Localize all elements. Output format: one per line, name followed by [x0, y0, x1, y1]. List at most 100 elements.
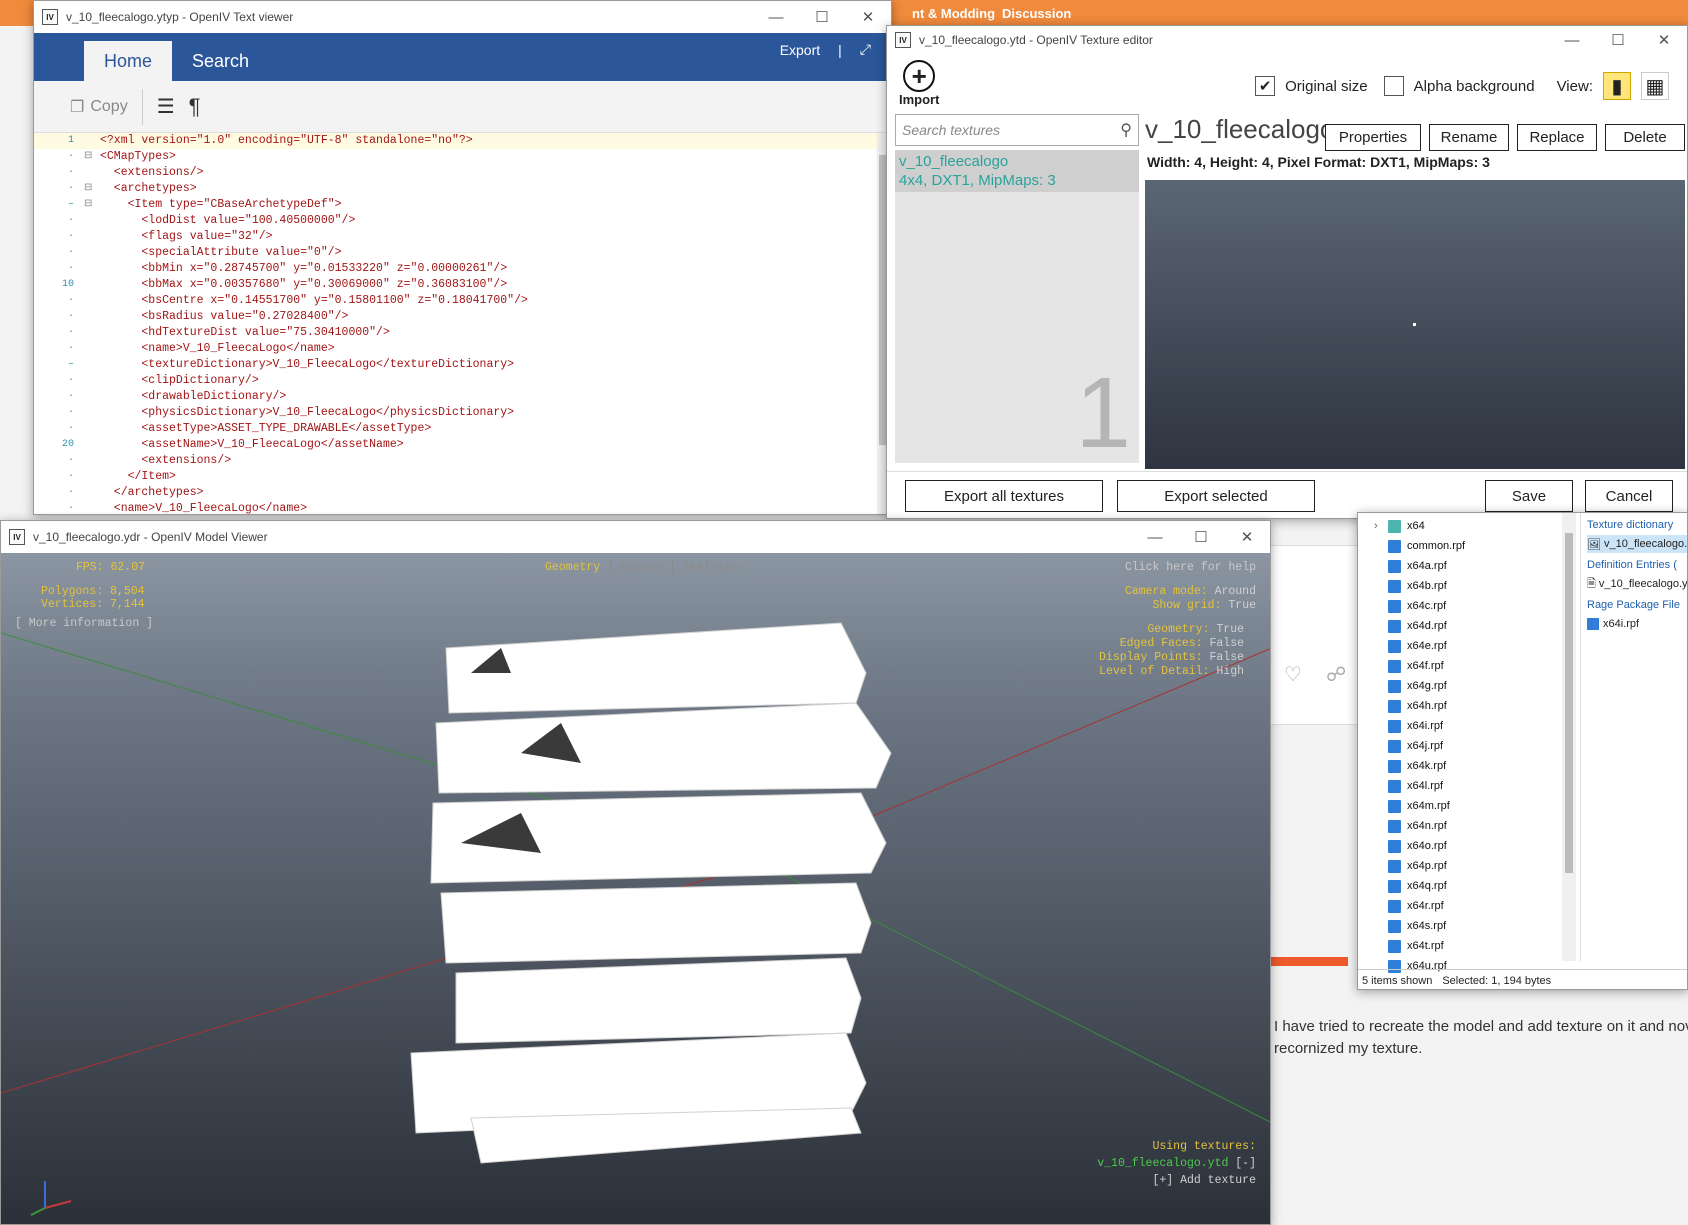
- code-editor[interactable]: 1 <?xml version="1.0" encoding="UTF-8" st…: [34, 133, 891, 514]
- file-item-rpf[interactable]: x64i.rpf: [1587, 615, 1687, 633]
- link-icon[interactable]: ☍: [1326, 662, 1346, 687]
- list-view-icon[interactable]: ▮: [1603, 72, 1631, 100]
- scrollbar-thumb[interactable]: [1565, 533, 1573, 873]
- help-link[interactable]: Click here for help: [1125, 561, 1256, 575]
- close-icon[interactable]: ✕: [1641, 26, 1687, 56]
- fold-toggle-icon[interactable]: [84, 389, 100, 405]
- remove-texture-button[interactable]: [-]: [1235, 1157, 1256, 1170]
- setting-row[interactable]: Display Points: False: [1099, 651, 1244, 665]
- nav-link-modding[interactable]: nt & Modding: [912, 6, 995, 21]
- minimize-icon[interactable]: —: [1132, 521, 1178, 553]
- fold-toggle-icon[interactable]: [84, 421, 100, 437]
- fold-toggle-icon[interactable]: [84, 213, 100, 229]
- more-information-link[interactable]: [ More information ]: [15, 617, 153, 631]
- pilcrow-icon[interactable]: ¶: [189, 94, 201, 120]
- maximize-icon[interactable]: ☐: [1178, 521, 1224, 553]
- code-text: <specialAttribute value="0"/>: [100, 246, 342, 259]
- fold-toggle-icon[interactable]: [84, 277, 100, 293]
- texture-list-item[interactable]: v_10_fleecalogo 4x4, DXT1, MipMaps: 3: [895, 150, 1139, 192]
- grid-view-icon[interactable]: ▦: [1641, 72, 1669, 100]
- orange-divider: [1268, 957, 1348, 966]
- texture-pixel: [1413, 323, 1416, 326]
- delete-button[interactable]: Delete: [1605, 124, 1685, 151]
- code-text: </archetypes>: [100, 486, 204, 499]
- file-item-ytd[interactable]: 🖼 v_10_fleecalogo.y: [1587, 535, 1687, 553]
- tab-home[interactable]: Home: [84, 41, 173, 81]
- export-all-textures-button[interactable]: Export all textures: [905, 480, 1103, 512]
- maximize-icon[interactable]: ☐: [799, 1, 845, 33]
- maximize-icon[interactable]: ☐: [1595, 26, 1641, 56]
- cancel-button[interactable]: Cancel: [1585, 480, 1673, 512]
- texture-editor-titlebar[interactable]: IV v_10_fleecalogo.ytd - OpenIV Texture …: [887, 26, 1687, 54]
- fold-toggle-icon[interactable]: ⊟: [84, 181, 100, 197]
- archive-icon: [1388, 899, 1401, 913]
- tab-search[interactable]: Search: [172, 41, 269, 81]
- save-button[interactable]: Save: [1485, 480, 1573, 512]
- properties-button[interactable]: Properties: [1325, 124, 1421, 151]
- fold-toggle-icon[interactable]: [84, 325, 100, 341]
- nav-link-discussion[interactable]: Discussion: [1002, 6, 1071, 21]
- fold-toggle-icon[interactable]: [84, 245, 100, 261]
- close-icon[interactable]: ✕: [1224, 521, 1270, 553]
- fold-toggle-icon[interactable]: [84, 437, 100, 453]
- fold-toggle-icon[interactable]: [84, 133, 100, 149]
- export-selected-button[interactable]: Export selected: [1117, 480, 1315, 512]
- line-number: ·: [67, 263, 74, 274]
- close-icon[interactable]: ✕: [845, 1, 891, 33]
- 3d-viewport[interactable]: FPS: 62.07 Polygons: 8,504 Vertices: 7,1…: [1, 553, 1270, 1224]
- import-button[interactable]: + Import: [899, 60, 939, 107]
- fold-toggle-icon[interactable]: ⊟: [84, 197, 100, 213]
- expand-icon[interactable]: ⤢: [860, 41, 871, 58]
- copy-button[interactable]: ❐ Copy: [70, 97, 128, 117]
- tree-item-label: x64i.rpf: [1407, 720, 1444, 732]
- heart-icon[interactable]: ♡: [1284, 662, 1302, 687]
- search-textures-input[interactable]: Search textures ⚲: [895, 114, 1139, 146]
- setting-row[interactable]: Level of Detail: High: [1099, 665, 1244, 679]
- fold-toggle-icon[interactable]: [84, 357, 100, 373]
- search-icon[interactable]: ⚲: [1120, 120, 1132, 140]
- archive-icon: [1388, 699, 1401, 713]
- setting-row[interactable]: Camera mode: Around: [1125, 585, 1256, 599]
- mode-skeleton[interactable]: Skeleton: [683, 561, 738, 574]
- model-viewer-titlebar[interactable]: IV v_10_fleecalogo.ydr - OpenIV Model Vi…: [1, 521, 1270, 553]
- setting-row[interactable]: Show grid: True: [1125, 599, 1256, 613]
- setting-row[interactable]: Geometry: True: [1099, 623, 1244, 637]
- fold-toggle-icon[interactable]: [84, 165, 100, 181]
- explorer-scrollbar[interactable]: [1562, 513, 1576, 961]
- archive-icon: [1388, 799, 1401, 813]
- export-button[interactable]: Export: [780, 42, 820, 58]
- fold-toggle-icon[interactable]: [84, 405, 100, 421]
- minimize-icon[interactable]: —: [1549, 26, 1595, 56]
- archive-icon: [1388, 939, 1401, 953]
- texture-file-link[interactable]: v_10_fleecalogo.ytd: [1097, 1157, 1228, 1170]
- archive-icon: [1388, 659, 1401, 673]
- fold-toggle-icon[interactable]: [84, 309, 100, 325]
- fold-toggle-icon[interactable]: [84, 485, 100, 501]
- fold-toggle-icon[interactable]: [84, 453, 100, 469]
- rename-button[interactable]: Rename: [1429, 124, 1509, 151]
- fold-toggle-icon[interactable]: [84, 469, 100, 485]
- word-wrap-icon[interactable]: ☰: [157, 94, 175, 119]
- copy-label: Copy: [90, 97, 128, 115]
- fold-toggle-icon[interactable]: [84, 373, 100, 389]
- fold-toggle-icon[interactable]: [84, 261, 100, 277]
- line-number: 10: [61, 279, 74, 290]
- mode-bounds[interactable]: Bounds: [621, 561, 662, 574]
- fold-toggle-icon[interactable]: [84, 341, 100, 357]
- text-viewer-titlebar[interactable]: IV v_10_fleecalogo.ytyp - OpenIV Text vi…: [34, 1, 891, 33]
- setting-row[interactable]: Edged Faces: False: [1099, 637, 1244, 651]
- replace-button[interactable]: Replace: [1517, 124, 1597, 151]
- fold-toggle-icon[interactable]: [84, 501, 100, 514]
- original-size-checkbox[interactable]: ✔: [1255, 76, 1276, 96]
- alpha-background-checkbox[interactable]: [1383, 76, 1404, 96]
- minimize-icon[interactable]: —: [753, 1, 799, 33]
- mode-geometry[interactable]: Geometry: [545, 561, 600, 574]
- file-item-ytyp[interactable]: 🗎 v_10_fleecalogo.y: [1587, 575, 1687, 593]
- fold-toggle-icon[interactable]: ⊟: [84, 149, 100, 165]
- add-texture-button[interactable]: [+] Add texture: [1097, 1172, 1256, 1189]
- chevron-right-icon[interactable]: ›: [1374, 520, 1388, 532]
- textures-block: Using textures: v_10_fleecalogo.ytd [-] …: [1097, 1138, 1256, 1189]
- fold-toggle-icon[interactable]: [84, 229, 100, 245]
- fold-toggle-icon[interactable]: [84, 293, 100, 309]
- line-number: ·: [67, 343, 74, 354]
